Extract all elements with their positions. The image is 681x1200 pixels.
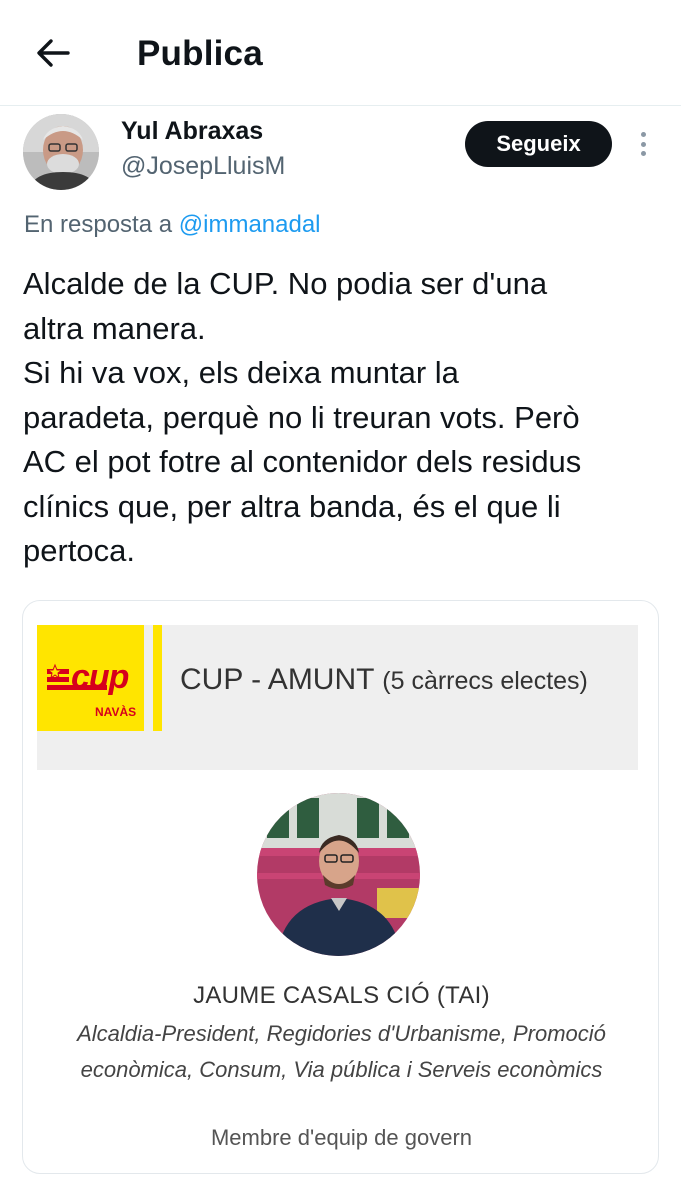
reply-prefix: En resposta a xyxy=(24,211,173,238)
party-logo: cup NAVÀS xyxy=(37,625,144,731)
author-name[interactable]: Yul Abraxas xyxy=(121,117,263,146)
person-team: Membre d'equip de govern xyxy=(210,1125,473,1150)
attached-image[interactable]: cup NAVÀS CUP - AMUNT (5 càrrecs electes… xyxy=(22,600,659,1174)
avatar[interactable] xyxy=(23,114,99,190)
post-text-line: altra manera. xyxy=(23,310,206,346)
post-text-line: paradeta, perquè no li treuran vots. Per… xyxy=(23,399,580,435)
page-title: Publica xyxy=(137,34,263,73)
logo-subtitle: NAVÀS xyxy=(95,705,137,719)
logo-text: cup xyxy=(71,658,129,696)
post-text-line: pertoca. xyxy=(23,533,136,568)
post-text: Alcalde de la CUP. No podia ser d'una al… xyxy=(23,262,663,574)
logo-divider xyxy=(153,625,162,731)
top-bar: Publica xyxy=(0,0,681,106)
reply-context: En resposta a @immanadal xyxy=(24,211,321,239)
party-name: CUP - AMUNT xyxy=(180,663,374,696)
post-text-line: Si hi va vox, els deixa muntar la xyxy=(23,355,459,390)
post-text-line: Alcalde de la CUP. No podia ser d'una xyxy=(23,266,548,301)
person-photo xyxy=(257,793,420,956)
party-seats: (5 càrrecs electes) xyxy=(382,667,588,695)
person-name: JAUME CASALS CIÓ (TAI) xyxy=(193,982,490,1009)
author-handle[interactable]: @JosepLluisM xyxy=(121,152,285,181)
party-title: CUP - AMUNT (5 càrrecs electes) xyxy=(180,661,620,700)
more-vertical-icon[interactable] xyxy=(630,128,656,160)
post-text-line: clínics que, per altra banda, és el que … xyxy=(23,488,561,524)
party-header: cup NAVÀS CUP - AMUNT (5 càrrecs electes… xyxy=(37,625,638,770)
person-roles: Alcaldia-President, Regidories d'Urbanis… xyxy=(77,1021,606,1082)
follow-button[interactable]: Segueix xyxy=(465,121,612,167)
arrow-left-icon[interactable] xyxy=(30,30,76,76)
reply-mention-link[interactable]: @immanadal xyxy=(179,211,321,238)
post-text-line: AC el pot fotre al contenidor dels resid… xyxy=(23,444,582,479)
